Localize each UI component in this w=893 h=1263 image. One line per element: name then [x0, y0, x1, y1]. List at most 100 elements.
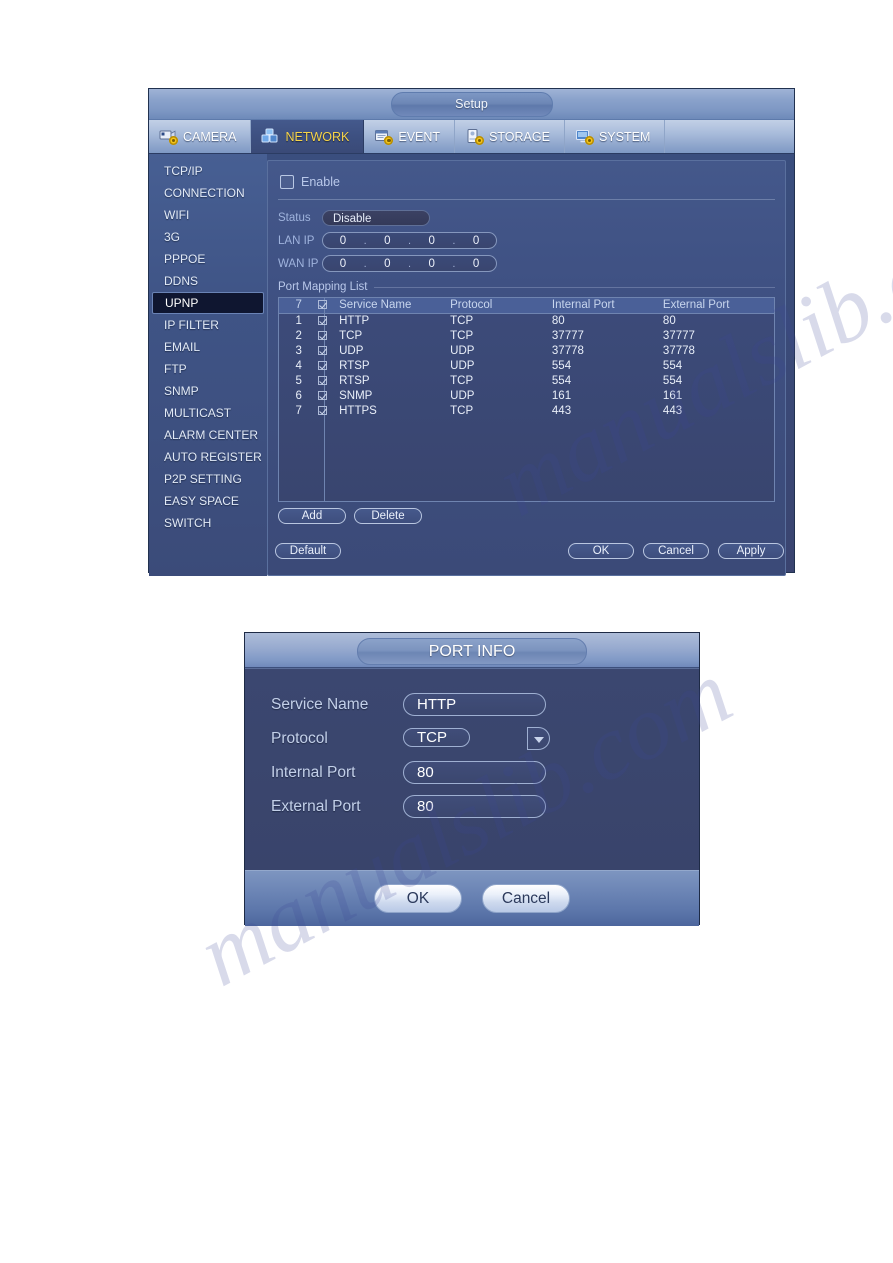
internal-port-input[interactable]: 80	[403, 761, 546, 784]
row-checkbox[interactable]	[318, 329, 339, 344]
add-button[interactable]: Add	[278, 508, 346, 524]
cell-protocol: UDP	[450, 360, 475, 372]
sidebar-item-ddns[interactable]: DDNS	[152, 270, 264, 292]
lan-ip-label: LAN IP	[278, 234, 315, 247]
lan-ip-octet-4: 0	[472, 234, 480, 247]
sidebar-item-email[interactable]: EMAIL	[152, 336, 264, 358]
sidebar-item-upnp[interactable]: UPNP	[152, 292, 264, 314]
dialog-cancel-button[interactable]: Cancel	[482, 884, 570, 913]
header-rule	[373, 286, 775, 288]
table-row[interactable]: 4 RTSP UDP 554 554	[279, 359, 774, 374]
sidebar: TCP/IP CONNECTION WIFI 3G PPPOE DDNS UPN…	[149, 154, 267, 576]
checkbox-icon[interactable]	[318, 331, 328, 341]
divider	[278, 199, 775, 200]
row-checkbox[interactable]	[318, 404, 339, 419]
tab-camera-label: CAMERA	[183, 129, 237, 144]
table-row[interactable]: 6 SNMP UDP 161 161	[279, 389, 774, 404]
system-icon	[575, 128, 594, 145]
row-index: 1	[295, 315, 302, 327]
table-actions: Add Delete	[278, 508, 775, 524]
delete-button[interactable]: Delete	[354, 508, 422, 524]
table-row[interactable]: 3 UDP UDP 37778 37778	[279, 344, 774, 359]
header-protocol: Protocol	[450, 298, 552, 314]
status-row: Status Disable	[278, 207, 775, 228]
wan-ip-field[interactable]: 0 . 0 . 0 . 0	[322, 255, 497, 272]
header-select-all[interactable]	[318, 298, 340, 314]
enable-checkbox[interactable]	[280, 175, 294, 189]
tab-camera[interactable]: CAMERA	[149, 120, 252, 153]
sidebar-item-tcpip[interactable]: TCP/IP	[152, 160, 264, 182]
row-checkbox[interactable]	[318, 314, 339, 330]
tab-storage[interactable]: STORAGE	[455, 120, 565, 153]
table-header-row: 7 Service Name Protocol Internal Port Ex…	[279, 298, 774, 314]
sidebar-item-multicast[interactable]: MULTICAST	[152, 402, 264, 424]
sidebar-item-wifi[interactable]: WIFI	[152, 204, 264, 226]
cell-internal-port: 554	[551, 360, 572, 372]
sidebar-item-p2p-setting[interactable]: P2P SETTING	[152, 468, 264, 490]
dialog-title: PORT INFO	[357, 638, 587, 665]
upnp-settings-panel: Enable Status Disable LAN IP 0 . 0 . 0 .	[267, 160, 786, 576]
cell-external-port: 443	[662, 405, 683, 417]
tab-system-label: SYSTEM	[598, 129, 651, 144]
table-row[interactable]: 1 HTTP TCP 80 80	[279, 314, 774, 330]
sidebar-item-connection[interactable]: CONNECTION	[152, 182, 264, 204]
sidebar-item-switch[interactable]: SWITCH	[152, 512, 264, 534]
setup-titlebar: Setup	[149, 89, 794, 120]
table-row[interactable]: 5 RTSP TCP 554 554	[279, 374, 774, 389]
protocol-value[interactable]: TCP	[403, 728, 470, 747]
storage-icon	[465, 128, 485, 145]
dialog-titlebar: PORT INFO	[245, 633, 699, 668]
sidebar-item-snmp[interactable]: SNMP	[152, 380, 264, 402]
row-checkbox[interactable]	[318, 344, 339, 359]
tab-system[interactable]: SYSTEM	[564, 120, 666, 153]
cell-service-name: RTSP	[339, 360, 370, 372]
lan-ip-field[interactable]: 0 . 0 . 0 . 0	[322, 232, 497, 249]
protocol-row: Protocol TCP	[271, 727, 699, 750]
checkbox-icon[interactable]	[318, 346, 328, 356]
sidebar-item-easy-space[interactable]: EASY SPACE	[152, 490, 264, 512]
cell-service-name: SNMP	[339, 390, 373, 402]
cell-protocol: UDP	[450, 345, 475, 357]
cell-protocol: TCP	[450, 315, 474, 327]
internal-port-row: Internal Port 80	[271, 761, 699, 784]
wan-ip-octet-1: 0	[339, 257, 347, 270]
tab-event[interactable]: EVENT	[364, 120, 456, 153]
cell-protocol: TCP	[450, 375, 474, 387]
ip-separator: .	[407, 234, 412, 247]
row-checkbox[interactable]	[318, 359, 339, 374]
external-port-input[interactable]: 80	[403, 795, 546, 818]
sidebar-item-ftp[interactable]: FTP	[152, 358, 264, 380]
sidebar-item-3g[interactable]: 3G	[152, 226, 264, 248]
sidebar-item-pppoe[interactable]: PPPOE	[152, 248, 264, 270]
sidebar-item-auto-register[interactable]: AUTO REGISTER	[152, 446, 264, 468]
sidebar-item-alarm-center[interactable]: ALARM CENTER	[152, 424, 264, 446]
checkbox-icon[interactable]	[318, 300, 328, 310]
sidebar-item-ip-filter[interactable]: IP FILTER	[152, 314, 264, 336]
dialog-ok-button[interactable]: OK	[374, 884, 462, 913]
cell-internal-port: 554	[551, 375, 572, 387]
tab-network[interactable]: NETWORK	[251, 120, 365, 153]
cell-internal-port: 37778	[551, 345, 584, 357]
service-name-input[interactable]: HTTP	[403, 693, 546, 716]
setup-body: TCP/IP CONNECTION WIFI 3G PPPOE DDNS UPN…	[149, 154, 794, 576]
cell-service-name: HTTP	[339, 315, 370, 327]
row-checkbox[interactable]	[318, 374, 339, 389]
row-checkbox[interactable]	[318, 389, 339, 404]
ok-button[interactable]: OK	[568, 543, 634, 559]
row-index: 4	[295, 360, 302, 372]
chevron-down-icon[interactable]	[527, 727, 550, 750]
protocol-select[interactable]: TCP	[403, 727, 550, 750]
apply-button[interactable]: Apply	[718, 543, 784, 559]
checkbox-icon[interactable]	[318, 316, 328, 326]
checkbox-icon[interactable]	[318, 391, 328, 401]
port-info-dialog: PORT INFO Service Name HTTP Protocol TCP…	[244, 632, 700, 926]
default-button[interactable]: Default	[275, 543, 341, 559]
checkbox-icon[interactable]	[318, 361, 328, 371]
checkbox-icon[interactable]	[318, 406, 328, 416]
header-service-name: Service Name	[339, 298, 451, 314]
table-row[interactable]: 2 TCP TCP 37777 37777	[279, 329, 774, 344]
checkbox-icon[interactable]	[318, 376, 328, 386]
table-row[interactable]: 7 HTTPS TCP 443 443	[279, 404, 774, 419]
cell-service-name: HTTPS	[339, 405, 377, 417]
cancel-button[interactable]: Cancel	[643, 543, 709, 559]
